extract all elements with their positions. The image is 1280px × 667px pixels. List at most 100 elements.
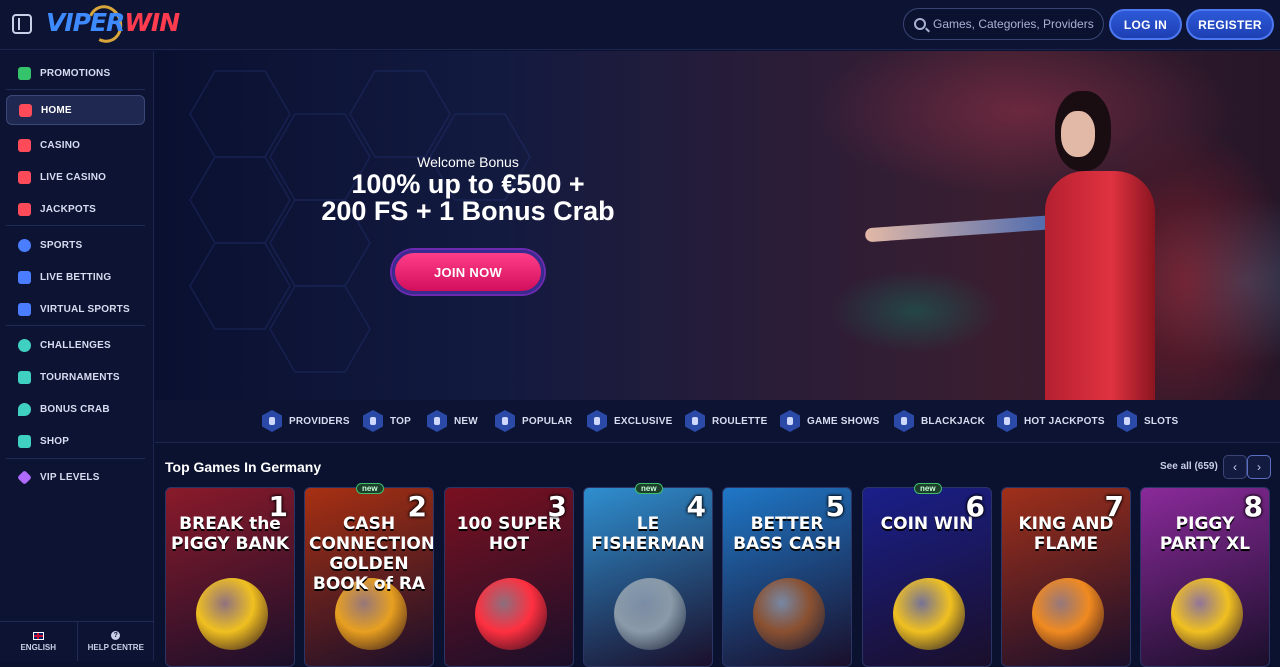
search-input[interactable] xyxy=(933,17,1098,31)
sidebar: PROMOTIONS HOME CASINO LIVE CASINO JACKP… xyxy=(0,51,154,661)
sidebar-item-label: JACKPOTS xyxy=(40,203,97,215)
sidebar-item-bonus-crab[interactable]: BONUS CRAB xyxy=(6,394,145,424)
providers-icon xyxy=(262,410,282,432)
sidebar-item-label: VIP LEVELS xyxy=(40,471,100,483)
hero-title-line1: 100% up to €500 + xyxy=(351,169,585,199)
sidebar-item-tournaments[interactable]: TOURNAMENTS xyxy=(6,362,145,392)
sidebar-item-label: BONUS CRAB xyxy=(40,403,110,415)
sidebar-item-live-casino[interactable]: LIVE CASINO xyxy=(6,162,145,192)
slots-icon xyxy=(1117,410,1137,432)
chevron-right-icon: › xyxy=(1257,460,1261,474)
cards-icon xyxy=(894,410,914,432)
search-box[interactable] xyxy=(903,8,1104,40)
category-game-shows[interactable]: GAME SHOWS xyxy=(780,409,880,433)
sidebar-item-challenges[interactable]: CHALLENGES xyxy=(6,330,145,360)
category-label: BLACKJACK xyxy=(921,415,986,427)
game-tile[interactable]: LE FISHERMAN 4 xyxy=(583,487,713,667)
carousel-prev-button[interactable]: ‹ xyxy=(1223,455,1247,479)
new-badge: new xyxy=(635,483,663,494)
login-button[interactable]: LOG IN xyxy=(1109,9,1182,40)
category-roulette[interactable]: ROULETTE xyxy=(685,409,768,433)
sidebar-item-sports[interactable]: SPORTS xyxy=(6,230,145,260)
shopping-bag-icon xyxy=(18,434,31,448)
category-top[interactable]: TOP xyxy=(363,409,411,433)
sidebar-item-home[interactable]: HOME xyxy=(6,95,145,125)
category-label: GAME SHOWS xyxy=(807,415,880,427)
sidebar-item-vip-levels[interactable]: VIP LEVELS xyxy=(6,462,145,492)
category-label: POPULAR xyxy=(522,415,573,427)
sidebar-item-label: PROMOTIONS xyxy=(40,67,111,79)
category-providers[interactable]: PROVIDERS xyxy=(262,409,350,433)
sidebar-divider xyxy=(6,89,145,90)
game-artwork xyxy=(614,578,686,650)
category-blackjack[interactable]: BLACKJACK xyxy=(894,409,985,433)
game-tile[interactable]: PIGGY PARTY XL 8 xyxy=(1140,487,1270,667)
cherries-icon xyxy=(18,202,31,216)
sidebar-item-label: CASINO xyxy=(40,139,81,151)
hero-title-line2: 200 FS + 1 Bonus Crab xyxy=(321,196,615,226)
logo-win-text: WIN xyxy=(124,8,180,37)
game-rank: 5 xyxy=(825,490,845,523)
section-title: Top Games In Germany xyxy=(165,459,322,475)
sidebar-divider xyxy=(6,458,145,459)
sidebar-item-promotions[interactable]: PROMOTIONS xyxy=(6,58,145,88)
category-label: SLOTS xyxy=(1144,415,1179,427)
category-label: ROULETTE xyxy=(712,415,768,427)
help-centre-link[interactable]: ? HELP CENTRE xyxy=(76,622,155,661)
category-slots[interactable]: SLOTS xyxy=(1117,409,1178,433)
uk-flag-icon xyxy=(32,631,44,640)
medal-icon xyxy=(18,338,31,352)
game-rank: 1 xyxy=(268,490,288,523)
category-label: TOP xyxy=(390,415,411,427)
category-new[interactable]: NEW xyxy=(427,409,478,433)
gift-icon xyxy=(18,66,31,80)
gamepad-icon xyxy=(18,302,31,316)
logo[interactable]: VIPERWIN xyxy=(46,8,180,37)
star-icon xyxy=(363,410,383,432)
sidebar-item-casino[interactable]: CASINO xyxy=(6,130,145,160)
category-exclusive[interactable]: EXCLUSIVE xyxy=(587,409,672,433)
category-popular[interactable]: POPULAR xyxy=(495,409,572,433)
crab-claw-icon xyxy=(18,402,31,416)
game-tile[interactable]: CASH CONNECTION GOLDEN BOOK of RA 2 xyxy=(304,487,434,667)
game-artwork xyxy=(753,578,825,650)
game-tile[interactable]: BREAK the PIGGY BANK 1 xyxy=(165,487,295,667)
game-rank: 2 xyxy=(407,490,427,523)
game-rank: 8 xyxy=(1243,490,1263,523)
sidebar-item-virtual-sports[interactable]: VIRTUAL SPORTS xyxy=(6,294,145,324)
sidebar-item-shop[interactable]: SHOP xyxy=(6,426,145,456)
sidebar-toggle-icon[interactable] xyxy=(12,14,32,34)
top-bar: VIPERWIN LOG IN REGISTER xyxy=(0,0,1280,50)
sidebar-footer: ENGLISH ? HELP CENTRE xyxy=(0,621,154,661)
language-selector[interactable]: ENGLISH xyxy=(0,622,77,661)
sidebar-item-label: HOME xyxy=(41,104,72,116)
game-tile[interactable]: BETTER BASS CASH 5 xyxy=(722,487,852,667)
game-rank: 7 xyxy=(1104,490,1124,523)
game-title: CASH CONNECTION GOLDEN BOOK of RA xyxy=(309,514,434,594)
category-label: NEW xyxy=(454,415,478,427)
sidebar-item-label: CHALLENGES xyxy=(40,339,111,351)
category-hot-jackpots[interactable]: HOT JACKPOTS xyxy=(997,409,1105,433)
sidebar-item-live-betting[interactable]: LIVE BETTING xyxy=(6,262,145,292)
search-icon xyxy=(914,18,926,30)
game-artwork xyxy=(1032,578,1104,650)
game-rank: 4 xyxy=(686,490,706,523)
register-button[interactable]: REGISTER xyxy=(1186,9,1274,40)
game-artwork xyxy=(893,578,965,650)
category-label: PROVIDERS xyxy=(289,415,350,427)
roulette-icon xyxy=(685,410,705,432)
category-label: EXCLUSIVE xyxy=(614,415,673,427)
sidebar-item-jackpots[interactable]: JACKPOTS xyxy=(6,194,145,224)
game-tile[interactable]: COIN WIN 6 xyxy=(862,487,992,667)
hero-banner[interactable]: Welcome Bonus 100% up to €500 + 200 FS +… xyxy=(155,51,1280,400)
sidebar-divider xyxy=(6,225,145,226)
trophy-icon xyxy=(18,370,31,384)
diamond-icon xyxy=(17,469,32,485)
carousel-next-button[interactable]: › xyxy=(1247,455,1271,479)
hero-title: 100% up to €500 + 200 FS + 1 Bonus Crab xyxy=(255,171,681,225)
category-label: HOT JACKPOTS xyxy=(1024,415,1105,427)
see-all-link[interactable]: See all (659) xyxy=(1160,461,1218,472)
join-now-button[interactable]: JOIN NOW xyxy=(392,250,544,294)
game-tile[interactable]: KING AND FLAME 7 xyxy=(1001,487,1131,667)
game-tile[interactable]: 100 SUPER HOT 3 xyxy=(444,487,574,667)
